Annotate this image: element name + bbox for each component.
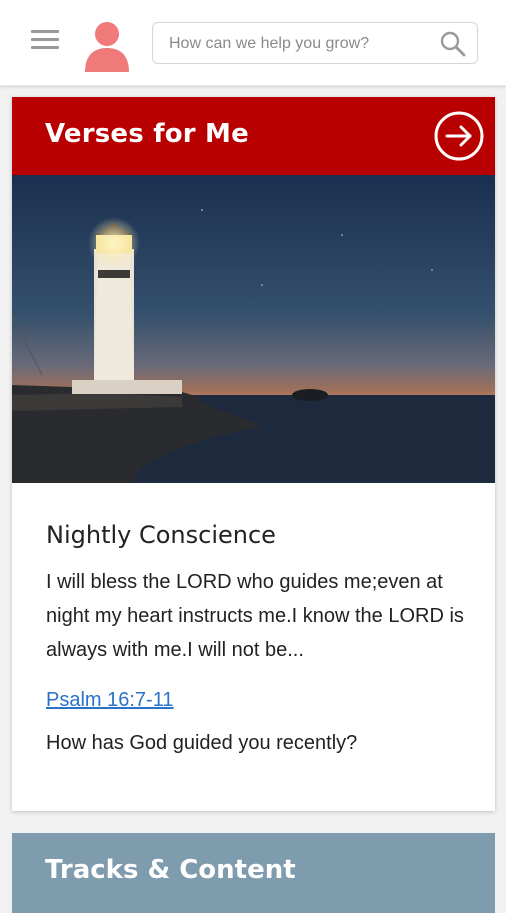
verse-title: Nightly Conscience — [46, 521, 276, 549]
verses-card-header: Verses for Me — [12, 97, 495, 175]
lighthouse-image — [12, 175, 495, 483]
search-icon[interactable] — [439, 30, 467, 58]
search-input[interactable] — [169, 31, 429, 57]
verses-for-me-card: Verses for Me Nightly Conscience I will … — [12, 97, 495, 811]
user-avatar-icon[interactable] — [83, 20, 131, 72]
verse-text: I will bless the LORD who guides me;even… — [46, 571, 464, 661]
verse-content: Nightly Conscience I will bless the LORD… — [46, 521, 471, 755]
arrow-right-circle-icon[interactable] — [433, 110, 485, 162]
verse-reference-link[interactable]: Psalm 16:7-11 — [46, 689, 173, 712]
verses-card-title: Verses for Me — [45, 119, 249, 149]
tracks-content-card[interactable]: Tracks & Content — [12, 833, 495, 913]
search-bar — [152, 22, 478, 64]
top-app-bar — [0, 0, 506, 86]
reflection-question: How has God guided you recently? — [46, 732, 358, 754]
hamburger-menu-icon[interactable] — [31, 30, 59, 54]
tracks-card-title: Tracks & Content — [45, 855, 296, 885]
